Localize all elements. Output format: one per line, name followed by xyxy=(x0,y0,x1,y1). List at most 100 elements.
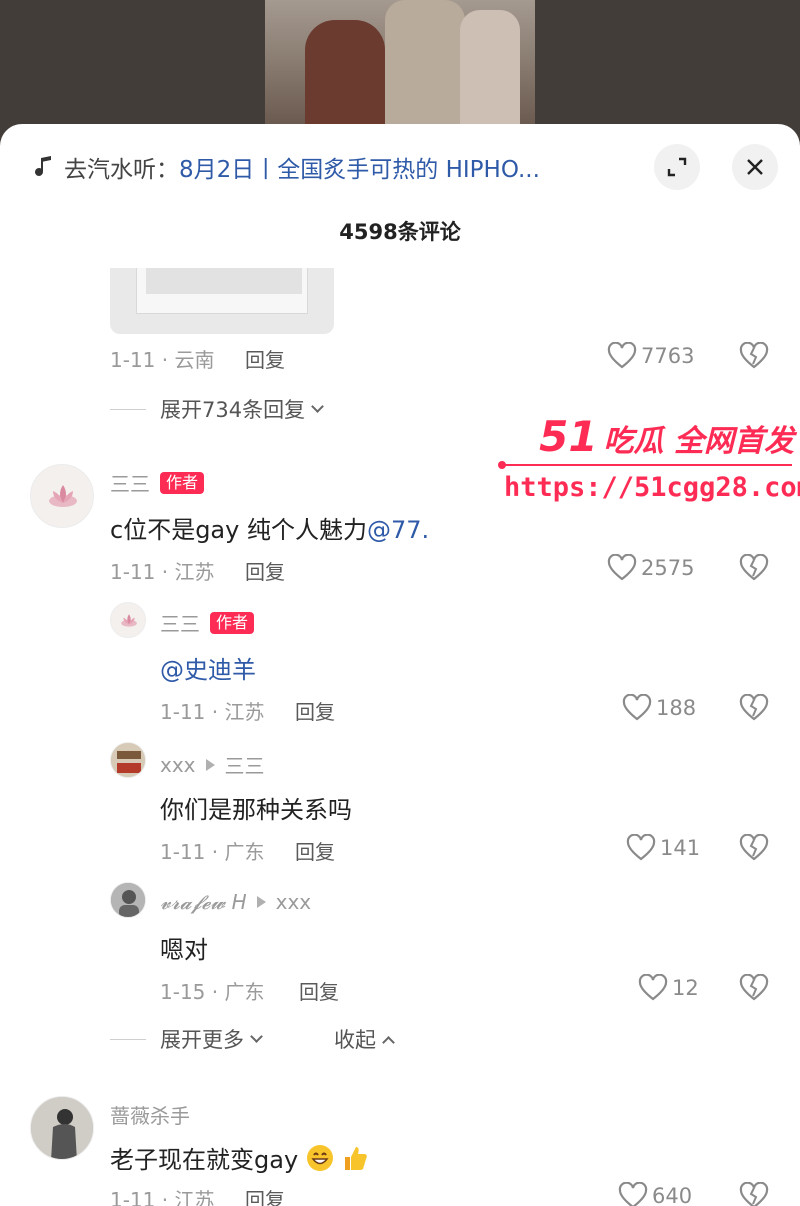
author-name: 三三 xyxy=(110,472,150,496)
like-button[interactable]: 2575 xyxy=(607,554,694,582)
lotus-icon xyxy=(121,614,137,627)
like-count: 640 xyxy=(652,1184,693,1206)
music-prefix: 去汽水听： xyxy=(64,157,179,183)
author-name: 蔷薇杀手 xyxy=(110,1104,190,1128)
lotus-icon xyxy=(49,485,77,507)
like-button[interactable]: 12 xyxy=(638,974,699,1002)
author-name: 三三 xyxy=(160,612,200,636)
heart-icon xyxy=(618,1182,648,1206)
reply-author[interactable]: 三三 作者 xyxy=(160,608,255,637)
avatar[interactable] xyxy=(110,602,146,638)
close-button[interactable] xyxy=(732,144,778,190)
watermark-number: 51 xyxy=(539,412,598,461)
like-count: 7763 xyxy=(641,344,695,368)
watermark-url: https://51cgg28.com xyxy=(504,472,800,503)
expand-more[interactable]: 展开更多 xyxy=(110,1024,263,1054)
comments-sheet: 去汽水听： 8月2日丨全国炙手可热的 HIPHO... 4598条评论 1-11… xyxy=(0,124,800,1206)
like-button[interactable]: 7763 xyxy=(607,342,694,370)
reply-button[interactable]: 回复 xyxy=(299,976,339,1005)
dislike-button[interactable] xyxy=(739,1181,769,1206)
comment-author[interactable]: 蔷薇杀手 xyxy=(110,1100,190,1129)
avatar-image-icon xyxy=(31,1097,93,1159)
expand-replies[interactable]: 展开734条回复 xyxy=(110,394,324,424)
video-figure xyxy=(305,20,385,124)
music-note-icon xyxy=(32,155,56,179)
chevron-down-icon xyxy=(311,399,324,413)
divider-line xyxy=(110,1038,146,1040)
comment-meta: 1-11 · 云南 xyxy=(110,348,215,372)
reply-button[interactable]: 回复 xyxy=(245,344,285,373)
expand-icon xyxy=(667,157,687,177)
comment-author[interactable]: 三三 作者 xyxy=(110,468,205,497)
heart-icon xyxy=(622,694,652,721)
comment-image[interactable] xyxy=(110,268,334,334)
reply-meta: 1-15 · 广东 xyxy=(160,980,265,1004)
avatar[interactable] xyxy=(30,464,94,528)
expand-more-label: 展开更多 xyxy=(160,1028,244,1052)
close-icon xyxy=(747,159,763,175)
like-count: 188 xyxy=(656,696,697,720)
avatar[interactable] xyxy=(110,742,146,778)
like-button[interactable]: 640 xyxy=(618,1182,692,1206)
reply-button[interactable]: 回复 xyxy=(245,1184,285,1206)
video-thumbnail[interactable] xyxy=(265,0,535,124)
comment-meta: 1-11 · 江苏 xyxy=(110,560,215,584)
like-button[interactable]: 141 xyxy=(626,834,700,862)
reply-text: 嗯对 xyxy=(160,936,208,964)
video-figure xyxy=(460,10,520,124)
watermark-title: 51 吃瓜 全网首发 xyxy=(539,412,794,461)
watermark: 51 吃瓜 全网首发 https://51cgg28.com xyxy=(498,412,800,512)
chevron-down-icon xyxy=(250,1029,263,1043)
reply-to-name: xxx xyxy=(275,890,312,914)
divider-line xyxy=(110,408,146,410)
heart-icon xyxy=(626,834,656,861)
reply-button[interactable]: 回复 xyxy=(295,836,335,865)
watermark-text: 吃瓜 全网首发 xyxy=(603,424,794,459)
broken-heart-icon xyxy=(739,973,769,1001)
thumbs-up-emoji-icon xyxy=(341,1144,369,1172)
comment-text: c位不是gay 纯个人魅力@77. xyxy=(110,510,429,545)
mention-link[interactable]: @77. xyxy=(367,516,429,544)
author-badge: 作者 xyxy=(160,471,205,494)
heart-icon xyxy=(607,342,637,369)
reply-author[interactable]: xxx 三三 xyxy=(160,750,265,779)
comment-text: 老子现在就变gay xyxy=(110,1140,369,1175)
avatar[interactable] xyxy=(110,882,146,918)
reply-meta: 1-11 · 江苏 xyxy=(160,700,265,724)
expand-replies-label: 展开734条回复 xyxy=(160,398,306,422)
broken-heart-icon xyxy=(739,341,769,369)
heart-icon xyxy=(638,974,668,1001)
image-content xyxy=(146,268,302,294)
reply-meta: 1-11 · 广东 xyxy=(160,840,265,864)
avatar-image-icon xyxy=(111,743,145,777)
dislike-button[interactable] xyxy=(739,341,769,374)
dislike-button[interactable] xyxy=(739,833,769,866)
mention-link[interactable]: @史迪羊 xyxy=(160,656,256,684)
broken-heart-icon xyxy=(739,553,769,581)
avatar-image-icon xyxy=(111,883,145,917)
reply-to-name: 三三 xyxy=(224,754,265,778)
reply-arrow-icon xyxy=(256,896,266,908)
expand-button[interactable] xyxy=(654,144,700,190)
comment-body: c位不是gay 纯个人魅力 xyxy=(110,516,367,544)
broken-heart-icon xyxy=(739,833,769,861)
like-button[interactable]: 188 xyxy=(622,694,696,722)
like-count: 141 xyxy=(660,836,701,860)
dislike-button[interactable] xyxy=(739,693,769,726)
music-link[interactable]: 去汽水听： 8月2日丨全国炙手可热的 HIPHO... xyxy=(32,150,632,184)
watermark-line xyxy=(502,464,792,466)
reply-text: 你们是那种关系吗 xyxy=(160,796,352,824)
reply-text: @史迪羊 xyxy=(160,650,256,685)
dislike-button[interactable] xyxy=(739,973,769,1006)
avatar[interactable] xyxy=(30,1096,94,1160)
comment-meta: 1-11 · 江苏 xyxy=(110,1188,215,1206)
like-count: 2575 xyxy=(641,556,695,580)
reply-button[interactable]: 回复 xyxy=(295,696,335,725)
collapse-button[interactable]: 收起 xyxy=(334,1024,395,1054)
like-count: 12 xyxy=(672,976,699,1000)
author-name: xxx xyxy=(160,752,196,777)
music-title[interactable]: 8月2日丨全国炙手可热的 HIPHO... xyxy=(179,150,540,184)
dislike-button[interactable] xyxy=(739,553,769,586)
reply-author[interactable]: 𝓿𝓻𝓪𝓯𝓮𝔀 H xxx xyxy=(160,890,311,914)
reply-button[interactable]: 回复 xyxy=(245,556,285,585)
